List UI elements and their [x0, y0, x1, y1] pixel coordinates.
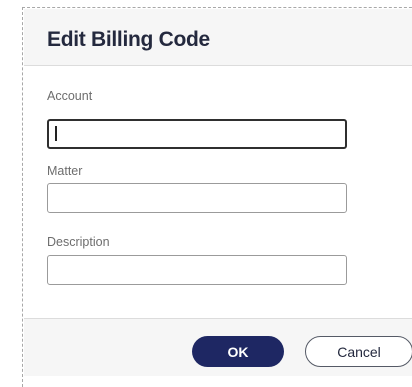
- ok-button[interactable]: OK: [192, 336, 284, 367]
- account-input[interactable]: [47, 119, 347, 149]
- edit-billing-code-dialog: Edit Billing Code Account Matter Descrip…: [24, 9, 412, 376]
- matter-label: Matter: [47, 164, 83, 178]
- account-label: Account: [47, 89, 93, 103]
- dialog-footer: OK Cancel: [24, 318, 412, 376]
- dialog-title: Edit Billing Code: [47, 28, 210, 51]
- dialog-header: Edit Billing Code: [24, 9, 412, 66]
- text-caret: [55, 126, 57, 141]
- matter-input[interactable]: [47, 183, 347, 213]
- cancel-button[interactable]: Cancel: [305, 336, 412, 367]
- description-input[interactable]: [47, 255, 347, 285]
- description-label: Description: [47, 235, 110, 249]
